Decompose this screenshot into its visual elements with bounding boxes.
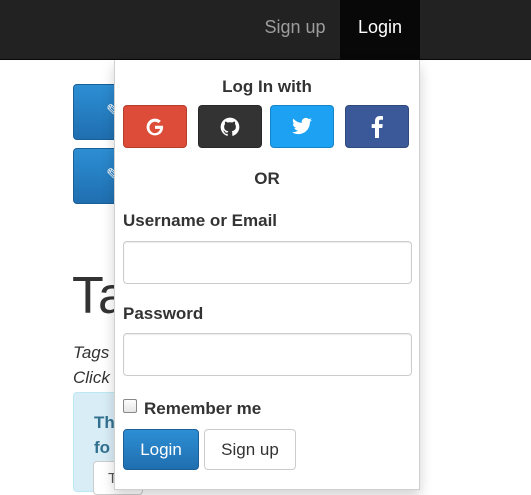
page-description: Tags xyxy=(73,343,110,362)
password-input[interactable] xyxy=(123,333,412,376)
username-input[interactable] xyxy=(123,241,412,284)
login-button[interactable]: Login xyxy=(123,429,199,470)
remember-me-label[interactable]: Remember me xyxy=(144,399,261,419)
login-with-heading: Log In with xyxy=(222,77,312,96)
nav-login-link[interactable]: Login xyxy=(340,0,420,59)
remember-me-checkbox[interactable] xyxy=(123,399,137,413)
facebook-login-button[interactable] xyxy=(345,105,409,148)
alert-text: Th xyxy=(94,413,115,432)
twitter-login-button[interactable] xyxy=(270,105,334,148)
facebook-icon xyxy=(371,115,383,138)
page-hint: Click xyxy=(73,368,110,387)
username-label: Username or Email xyxy=(123,211,278,230)
nav-signup-link[interactable]: Sign up xyxy=(250,0,340,59)
google-login-button[interactable] xyxy=(123,105,187,148)
password-label: Password xyxy=(123,304,204,323)
alert-text: fo xyxy=(94,438,111,457)
signup-button[interactable]: Sign up xyxy=(204,429,296,470)
google-icon xyxy=(146,118,164,135)
github-login-button[interactable] xyxy=(198,105,262,148)
top-navbar: Sign up Login xyxy=(0,0,531,60)
github-icon xyxy=(220,117,240,136)
or-divider: OR xyxy=(254,169,280,188)
twitter-icon xyxy=(292,117,312,134)
login-dropdown: Log In with OR Username or Email Passwor… xyxy=(114,60,420,490)
